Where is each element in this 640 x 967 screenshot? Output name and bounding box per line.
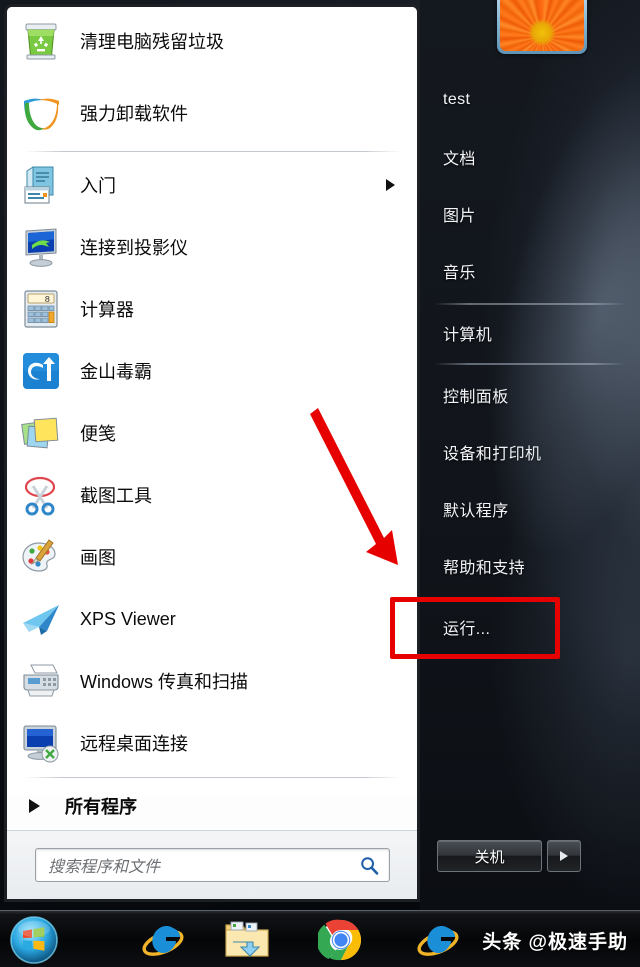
right-item-label: 文档	[443, 151, 476, 168]
file-explorer-icon[interactable]	[222, 917, 272, 963]
right-item-pictures[interactable]: 图片	[420, 194, 640, 234]
right-item-label: 音乐	[443, 265, 476, 282]
xps-viewer-icon	[19, 597, 63, 641]
calculator-icon: 8	[19, 287, 63, 331]
menu-item-getting-started[interactable]: 入门	[7, 157, 417, 213]
shutdown-label: 关机	[474, 848, 505, 866]
uninstall-shield-icon	[19, 91, 63, 135]
all-programs-label: 所有程序	[65, 797, 137, 817]
right-item-label: test	[443, 91, 471, 108]
search-input[interactable]: 搜索程序和文件	[35, 848, 390, 882]
menu-item-label: 计算器	[80, 300, 134, 320]
menu-item-remote-desktop[interactable]: 远程桌面连接	[7, 715, 417, 771]
menu-item-label: 画图	[80, 548, 116, 568]
left-panel-separator	[25, 777, 401, 778]
annotation-highlight-box	[390, 597, 560, 659]
avatar	[500, 0, 584, 51]
menu-item-label: 清理电脑残留垃圾	[80, 32, 224, 52]
start-menu-right-panel: test 文档 图片 音乐 计算机 控制面板 设备和打印机 默认程序 帮助和支持…	[420, 0, 640, 910]
menu-item-label: Windows 传真和扫描	[80, 672, 249, 692]
menu-item-connect-projector[interactable]: 连接到投影仪	[7, 219, 417, 275]
right-item-label: 计算机	[443, 327, 493, 344]
submenu-chevron-icon	[386, 179, 395, 191]
shutdown-options-button[interactable]	[547, 840, 581, 872]
chevron-right-icon	[29, 799, 40, 813]
internet-explorer-icon[interactable]	[140, 917, 186, 963]
right-panel-separator	[434, 303, 626, 305]
chevron-right-icon	[560, 851, 568, 861]
menu-item-clean-junk[interactable]: 清理电脑残留垃圾	[7, 13, 417, 69]
getting-started-icon	[19, 163, 63, 207]
menu-item-snipping-tool[interactable]: 截图工具	[7, 467, 417, 523]
kingsoft-antivirus-icon	[19, 349, 63, 393]
right-item-user[interactable]: test	[420, 80, 640, 120]
shutdown-button[interactable]: 关机	[437, 840, 542, 872]
right-item-label: 默认程序	[443, 503, 509, 520]
google-chrome-icon[interactable]	[316, 917, 364, 963]
menu-item-label: 截图工具	[80, 486, 152, 506]
right-item-computer[interactable]: 计算机	[420, 313, 640, 353]
right-panel-separator	[434, 363, 626, 365]
menu-item-calculator[interactable]: 8 计算器	[7, 281, 417, 337]
search-icon[interactable]	[360, 856, 379, 875]
all-programs-button[interactable]: 所有程序	[7, 782, 417, 830]
left-panel-separator	[25, 151, 401, 152]
menu-item-xps-viewer[interactable]: XPS Viewer	[7, 591, 417, 647]
windows-start-orb-icon[interactable]	[9, 915, 59, 965]
fax-scan-icon	[19, 659, 63, 703]
menu-item-label: 强力卸载软件	[80, 104, 188, 124]
paint-icon	[19, 535, 63, 579]
menu-item-sticky-notes[interactable]: 便笺	[7, 405, 417, 461]
right-item-label: 帮助和支持	[443, 560, 526, 577]
right-item-label: 设备和打印机	[443, 446, 542, 463]
projector-icon	[19, 225, 63, 269]
menu-item-paint[interactable]: 画图	[7, 529, 417, 585]
right-item-music[interactable]: 音乐	[420, 251, 640, 291]
menu-item-label: 入门	[80, 176, 116, 196]
right-item-control-panel[interactable]: 控制面板	[420, 375, 640, 415]
menu-item-label: 远程桌面连接	[80, 734, 188, 754]
taskbar-watermark: 头条 @极速手助	[482, 932, 628, 953]
internet-explorer-icon[interactable]	[415, 917, 461, 963]
menu-item-label: 便笺	[80, 424, 116, 444]
menu-item-kingsoft-antivirus[interactable]: 金山毒霸	[7, 343, 417, 399]
sticky-notes-icon	[19, 411, 63, 455]
menu-item-label: 连接到投影仪	[80, 238, 188, 258]
search-placeholder: 搜索程序和文件	[48, 859, 161, 876]
menu-item-fax-and-scan[interactable]: Windows 传真和扫描	[7, 653, 417, 709]
snipping-tool-icon	[19, 473, 63, 517]
right-item-documents[interactable]: 文档	[420, 137, 640, 177]
remote-desktop-icon	[19, 721, 63, 765]
menu-item-label: XPS Viewer	[80, 608, 176, 629]
svg-text:8: 8	[45, 295, 50, 305]
shutdown-controls: 关机	[437, 840, 617, 872]
start-menu-left-panel: 清理电脑残留垃圾 强力卸载软件 入门 连接到投影仪 8 计算器 金山毒霸 便笺 …	[4, 4, 420, 902]
start-menu: test 文档 图片 音乐 计算机 控制面板 设备和打印机 默认程序 帮助和支持…	[0, 0, 640, 910]
right-item-label: 图片	[443, 208, 476, 225]
search-area: 搜索程序和文件	[7, 830, 417, 899]
right-item-label: 控制面板	[443, 389, 509, 406]
menu-item-label: 金山毒霸	[80, 362, 152, 382]
menu-item-uninstall-software[interactable]: 强力卸载软件	[7, 85, 417, 141]
recycle-bin-icon	[19, 19, 63, 63]
user-avatar-frame[interactable]	[497, 0, 587, 54]
right-item-devices-and-printers[interactable]: 设备和打印机	[420, 432, 640, 472]
pinned-programs-list: 清理电脑残留垃圾 强力卸载软件 入门 连接到投影仪 8 计算器 金山毒霸 便笺 …	[7, 7, 417, 797]
taskbar: 头条 @极速手助	[0, 910, 640, 967]
right-item-help-and-support[interactable]: 帮助和支持	[420, 546, 640, 586]
right-item-default-programs[interactable]: 默认程序	[420, 489, 640, 529]
